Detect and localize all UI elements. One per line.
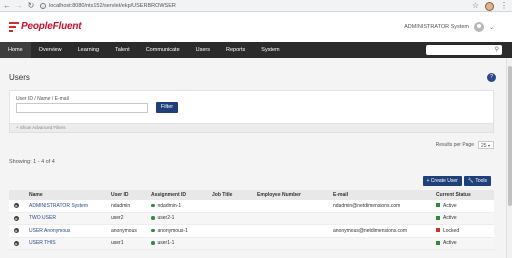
nav-item-home[interactable]: Home — [0, 42, 31, 58]
chevron-down-icon: ⌄ — [488, 24, 494, 31]
results-per-page-select[interactable]: 25 ▾ — [478, 141, 494, 149]
page-title-row: Users ? — [0, 58, 512, 90]
nav-item-system[interactable]: System — [253, 42, 287, 58]
logo-text: PeopleFluent — [21, 21, 82, 32]
nav-item-reports[interactable]: Reports — [218, 42, 253, 58]
status-icon — [436, 203, 440, 208]
info-icon: i — [40, 2, 46, 9]
wrench-icon: 🔧 — [467, 178, 474, 184]
nav-item-talent[interactable]: Talent — [107, 42, 138, 58]
user-id-cell: user2 — [111, 215, 124, 222]
column-header-user-id[interactable]: User ID — [111, 192, 151, 198]
browser-menu-icon[interactable]: ⋮ — [500, 1, 508, 11]
main-nav: Home Overview Learning Talent Communicat… — [0, 42, 512, 58]
page-scrollbar[interactable] — [506, 58, 512, 258]
users-table: Name User ID Assignment ID Job Title Emp… — [9, 190, 494, 250]
results-per-page-label: Results per Page — [435, 142, 474, 148]
app-header: PeopleFluent ADMINISTRATOR System ⌄ — [0, 12, 512, 42]
status-icon — [436, 215, 440, 220]
table-row: ▸ ADMINISTRATOR System ndadmin ndadmin-1… — [9, 200, 494, 213]
expand-icon[interactable]: ▸ — [14, 215, 19, 221]
expand-icon[interactable]: ▸ — [14, 228, 19, 234]
user-name-link[interactable]: ADMINISTRATOR System — [29, 203, 88, 209]
column-header-job-title[interactable]: Job Title — [212, 192, 257, 198]
assignment-id-cell: user2-1 — [157, 215, 175, 222]
user-menu[interactable]: ADMINISTRATOR System ⌄ — [404, 22, 494, 32]
nav-item-communicate[interactable]: Communicate — [138, 42, 188, 58]
status-cell: Locked — [443, 227, 460, 234]
filter-input[interactable] — [16, 103, 148, 113]
browser-toolbar: ← → ↻ i localhost:8080/nts152/servlet/ek… — [0, 0, 512, 12]
table-row: ▸ TWO USER user2 user2-1 Active — [9, 212, 494, 225]
profile-avatar-icon[interactable] — [485, 1, 494, 11]
assignment-id-cell: user1-1 — [157, 240, 175, 247]
chevron-down-icon: ▾ — [487, 143, 490, 148]
logo-mark-icon — [9, 21, 19, 32]
url-text: localhost:8080/nts152/servlet/ekp/USERBR… — [49, 2, 176, 9]
assignment-status-icon — [151, 241, 155, 245]
show-advanced-filters-link[interactable]: + Show Advanced Filters — [9, 124, 494, 133]
user-id-cell: user1 — [111, 240, 124, 247]
forward-icon[interactable]: → — [14, 1, 24, 11]
address-bar[interactable]: i localhost:8080/nts152/servlet/ekp/USER… — [40, 1, 176, 10]
bookmark-star-icon[interactable]: ☆ — [472, 1, 479, 11]
status-cell: Active — [443, 215, 457, 222]
user-name: ADMINISTRATOR System — [404, 24, 469, 30]
table-actions: + Create User 🔧 Tools — [422, 176, 491, 186]
assignment-id-cell: anonymous-1 — [157, 227, 188, 234]
nav-item-learning[interactable]: Learning — [70, 42, 107, 58]
table-row: ▸ USER THIS user1 user1-1 Active — [9, 237, 494, 250]
status-cell: Active — [443, 202, 457, 209]
logo[interactable]: PeopleFluent — [9, 21, 82, 32]
create-user-button[interactable]: + Create User — [422, 176, 462, 186]
page-title: Users — [9, 73, 30, 82]
user-name-link[interactable]: USER Anonymous — [29, 228, 70, 234]
email-cell: ndadmin@netdimensions.com — [333, 202, 401, 209]
status-icon — [436, 240, 440, 245]
status-icon — [436, 228, 440, 233]
scrollbar-thumb[interactable] — [508, 66, 512, 206]
user-name-link[interactable]: TWO USER — [29, 215, 56, 221]
tools-button[interactable]: 🔧 Tools — [463, 176, 491, 186]
assignment-status-icon — [151, 228, 155, 233]
search-icon[interactable]: ⚲ — [495, 46, 499, 53]
user-name-link[interactable]: USER THIS — [29, 240, 56, 246]
expand-icon[interactable]: ▸ — [14, 240, 19, 246]
email-cell: anonymous@netdimensions.com — [333, 227, 408, 234]
column-header-employee-number[interactable]: Employee Number — [257, 192, 333, 198]
expand-icon[interactable]: ▸ — [14, 203, 19, 209]
user-id-cell: ndadmin — [111, 202, 131, 209]
column-header-email[interactable]: E-mail — [333, 192, 436, 198]
column-header-name[interactable]: Name — [29, 192, 111, 198]
table-row: ▸ USER Anonymous anonymous anonymous-1 a… — [9, 225, 494, 238]
user-id-cell: anonymous — [111, 227, 137, 234]
table-header: Name User ID Assignment ID Job Title Emp… — [9, 190, 494, 200]
assignment-status-icon — [151, 216, 155, 220]
status-cell: Active — [443, 240, 457, 247]
help-icon[interactable]: ? — [487, 73, 496, 82]
back-icon[interactable]: ← — [2, 1, 12, 11]
nav-item-users[interactable]: Users — [188, 42, 218, 58]
filter-label: User ID / Name / E-mail — [16, 96, 69, 102]
global-search-input[interactable]: ⚲ — [426, 45, 502, 55]
user-avatar-icon — [473, 22, 484, 32]
results-per-page-value: 25 — [481, 143, 487, 149]
tools-label: Tools — [475, 178, 487, 184]
filter-panel: User ID / Name / E-mail Filter — [9, 90, 494, 124]
nav-item-overview[interactable]: Overview — [31, 42, 70, 58]
assignment-status-icon — [151, 203, 155, 208]
results-per-page: Results per Page 25 ▾ — [436, 141, 494, 149]
results-count: Showing: 1 - 4 of 4 — [9, 159, 55, 165]
reload-icon[interactable]: ↻ — [26, 1, 36, 11]
column-header-current-status[interactable]: Current Status — [436, 192, 494, 198]
assignment-id-cell: ndadmin-1 — [157, 202, 182, 209]
filter-button[interactable]: Filter — [156, 102, 178, 113]
column-header-assignment-id[interactable]: Assignment ID — [151, 192, 212, 198]
